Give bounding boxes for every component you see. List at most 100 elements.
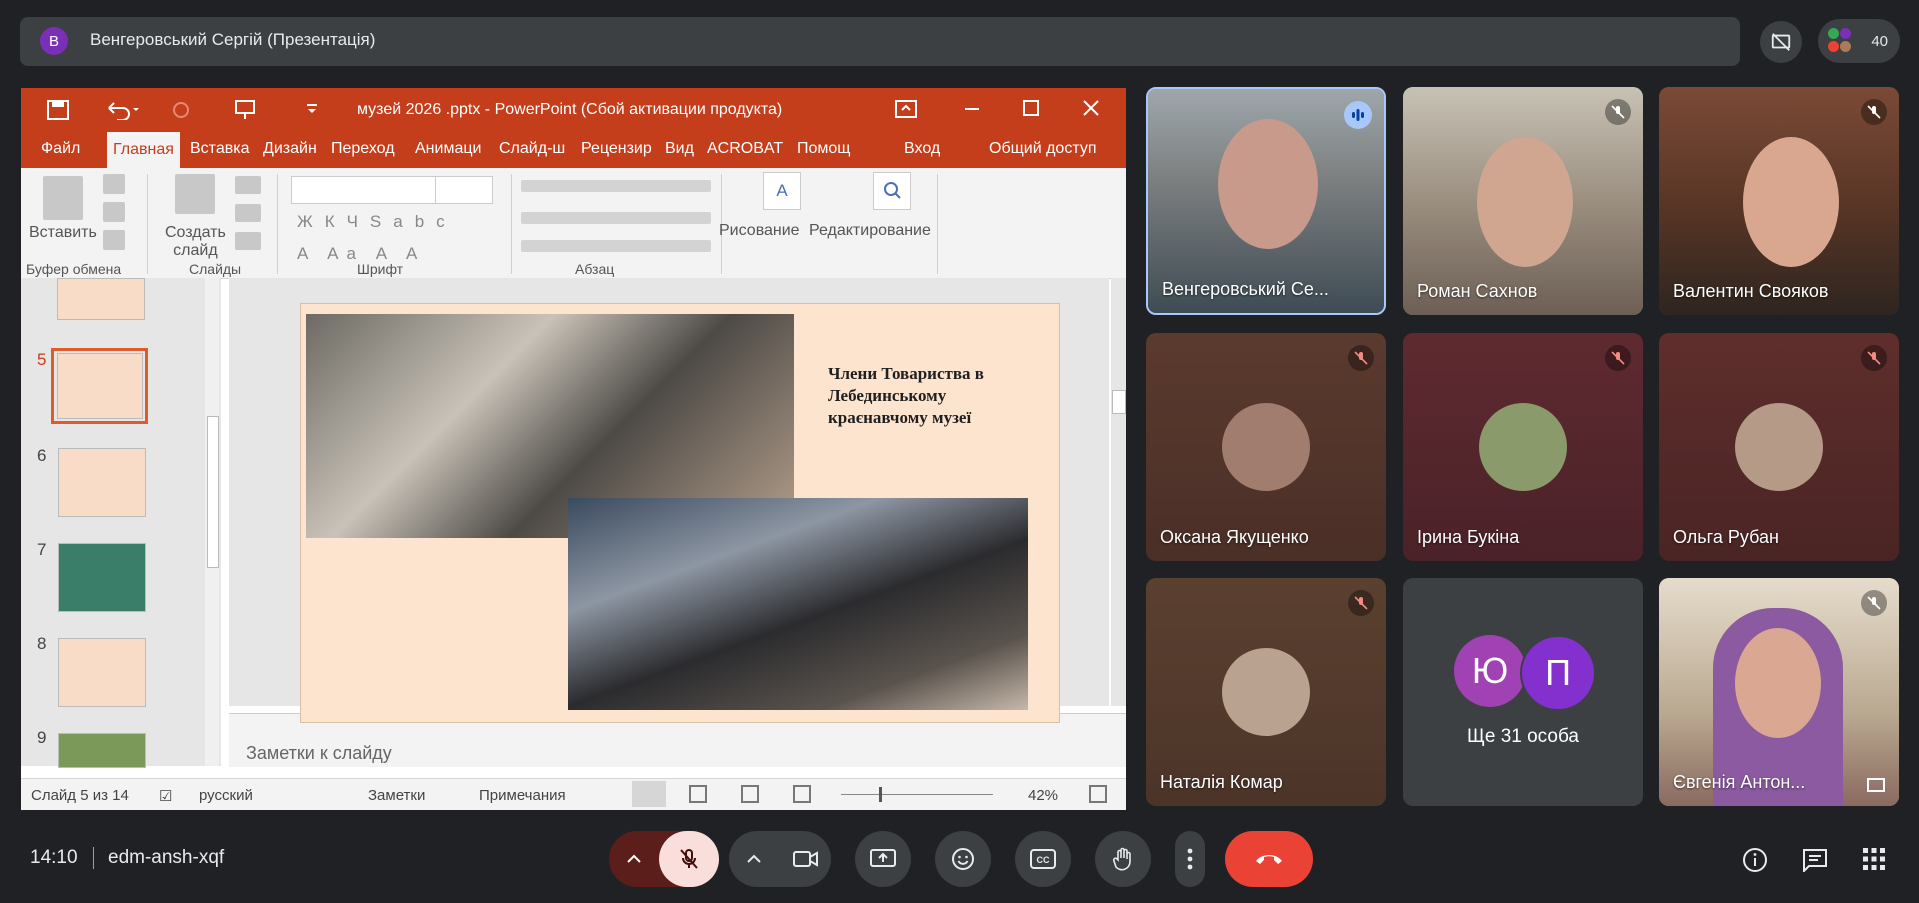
reactions-button[interactable] xyxy=(935,831,991,887)
hangup-icon xyxy=(1256,855,1282,864)
tab-help[interactable]: Помощ xyxy=(797,140,850,158)
slide-thumbnail-6[interactable] xyxy=(58,448,146,517)
slide-thumbnail-4[interactable] xyxy=(57,278,145,320)
zoom-slider-thumb[interactable] xyxy=(879,787,882,802)
camera-toggle-button[interactable] xyxy=(781,831,831,887)
participant-name: Венгеровський Се... xyxy=(1162,279,1329,299)
presenter-avatar: В xyxy=(40,27,68,55)
shapes-icon[interactable]: A xyxy=(763,172,801,210)
share-button[interactable]: Общий доступ xyxy=(989,140,1097,158)
paste-button[interactable]: Вставить xyxy=(29,224,97,242)
alignment-buttons[interactable] xyxy=(521,240,711,252)
slide-heading[interactable]: Члени Товариства в Лебединському краєнав… xyxy=(828,363,1033,429)
close-icon[interactable] xyxy=(1083,100,1099,116)
notes-placeholder[interactable]: Заметки к слайду xyxy=(246,743,392,764)
participant-tile[interactable]: Ірина Букіна xyxy=(1403,333,1643,561)
font-size-combo[interactable] xyxy=(435,176,493,204)
more-participants-tile[interactable]: Ю П Ще 31 особа xyxy=(1403,578,1643,806)
cut-icon[interactable] xyxy=(103,174,125,194)
language-indicator[interactable]: русский xyxy=(199,787,253,804)
tab-acrobat[interactable]: ACROBAT xyxy=(707,140,783,158)
slide-photo-piano[interactable] xyxy=(568,498,1028,710)
copy-icon[interactable] xyxy=(103,202,125,222)
minimize-icon[interactable] xyxy=(965,108,979,112)
participant-tile[interactable]: Євгенія Антон... xyxy=(1659,578,1899,806)
leave-call-button[interactable] xyxy=(1225,831,1313,887)
fit-to-window-icon[interactable] xyxy=(1089,785,1107,803)
tab-design[interactable]: Дизайн xyxy=(263,140,317,158)
slide-thumbnail-7[interactable] xyxy=(58,543,146,612)
participant-name: Ольга Рубан xyxy=(1673,527,1779,547)
tab-animations[interactable]: Анимаци xyxy=(415,140,481,158)
thumbnails-scroll-thumb[interactable] xyxy=(207,416,219,568)
mic-toggle-button[interactable] xyxy=(659,831,719,887)
spellcheck-icon[interactable]: ☑ xyxy=(159,787,172,805)
present-screen-button[interactable] xyxy=(855,831,911,887)
indent-buttons[interactable] xyxy=(521,212,711,224)
chat-button[interactable] xyxy=(1802,848,1828,872)
comments-button[interactable]: Примечания xyxy=(479,787,566,804)
info-icon xyxy=(1743,848,1767,872)
notes-button[interactable]: Заметки xyxy=(368,787,425,804)
participant-tile[interactable]: Венгеровський Се... xyxy=(1146,87,1386,315)
layout-icon[interactable] xyxy=(235,176,261,194)
zoom-slider[interactable] xyxy=(841,794,993,795)
zoom-level[interactable]: 42% xyxy=(1028,787,1058,804)
qat-customize-icon[interactable] xyxy=(305,102,319,116)
participant-name: Роман Сахнов xyxy=(1417,281,1538,301)
tab-view[interactable]: Вид xyxy=(665,140,694,158)
slide-thumbnail-5[interactable] xyxy=(57,353,143,419)
captions-button[interactable]: CC xyxy=(1015,831,1071,887)
undo-icon[interactable] xyxy=(105,100,141,120)
slide-counter: Слайд 5 из 14 xyxy=(31,787,129,804)
slide-sorter-icon[interactable] xyxy=(689,785,707,803)
tab-review[interactable]: Рецензир xyxy=(581,140,652,158)
new-slide-button[interactable]: Создать слайд xyxy=(165,224,226,260)
section-icon[interactable] xyxy=(235,232,261,250)
participant-tile[interactable]: Валентин Свояков xyxy=(1659,87,1899,315)
participant-name: Ірина Букіна xyxy=(1417,527,1520,547)
new-slide-icon[interactable] xyxy=(175,174,215,214)
presentation-cam-off-button[interactable] xyxy=(1760,21,1802,63)
tab-file[interactable]: Файл xyxy=(41,140,80,158)
ribbon-display-icon[interactable] xyxy=(895,100,917,118)
more-options-button[interactable] xyxy=(1175,831,1205,887)
meeting-code: edm-ansh-xqf xyxy=(108,847,225,868)
tab-insert[interactable]: Вставка xyxy=(190,140,249,158)
pin-icon[interactable] xyxy=(1867,778,1885,792)
save-icon[interactable] xyxy=(47,100,69,120)
editor-scrollbar[interactable] xyxy=(1111,278,1126,706)
participant-avatar: Ю xyxy=(1454,635,1526,707)
ribbon-home: Вставить Буфер обмена Создать слайд Слайд… xyxy=(21,168,1126,279)
chevron-up-icon xyxy=(747,854,761,863)
tab-slideshow[interactable]: Слайд-ш xyxy=(499,140,565,158)
format-painter-icon[interactable] xyxy=(103,230,125,250)
activities-button[interactable] xyxy=(1863,848,1885,870)
participant-tile[interactable]: Наталія Комар xyxy=(1146,578,1386,806)
reading-view-icon[interactable] xyxy=(741,785,759,803)
paste-icon[interactable] xyxy=(43,176,83,220)
tab-home[interactable]: Главная xyxy=(107,132,180,168)
meeting-details-button[interactable] xyxy=(1742,847,1768,873)
slideshow-icon[interactable] xyxy=(793,785,811,803)
redo-icon[interactable] xyxy=(171,100,191,120)
slideshow-from-start-icon[interactable] xyxy=(233,98,257,122)
normal-view-icon[interactable] xyxy=(632,781,666,807)
list-buttons[interactable] xyxy=(521,180,711,192)
slide-thumbnail-8[interactable] xyxy=(58,638,146,707)
sign-in-link[interactable]: Вход xyxy=(904,140,940,158)
slide-thumbnail-9[interactable] xyxy=(58,733,146,768)
participant-tile[interactable]: Роман Сахнов xyxy=(1403,87,1643,315)
editing-button[interactable]: Редактирование xyxy=(809,222,931,240)
maximize-icon[interactable] xyxy=(1023,100,1039,116)
participant-tile[interactable]: Ольга Рубан xyxy=(1659,333,1899,561)
participant-avatar: П xyxy=(1520,635,1596,711)
font-format-buttons[interactable]: ЖКЧSabc xyxy=(297,212,457,232)
font-name-combo[interactable] xyxy=(291,176,437,204)
participant-tile[interactable]: Оксана Якущенко xyxy=(1146,333,1386,561)
drawing-button[interactable]: Рисование xyxy=(719,222,800,240)
find-icon[interactable] xyxy=(873,172,911,210)
tab-transitions[interactable]: Переход xyxy=(331,140,395,158)
raise-hand-button[interactable] xyxy=(1095,831,1151,887)
reset-icon[interactable] xyxy=(235,204,261,222)
